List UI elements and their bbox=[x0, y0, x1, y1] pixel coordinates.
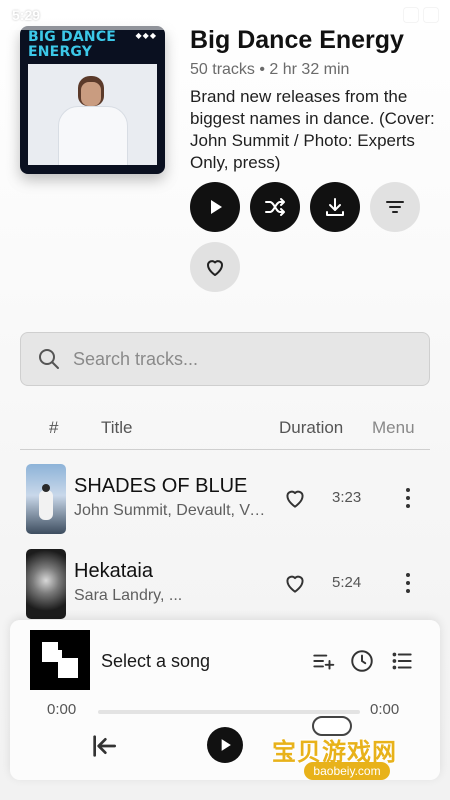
skip-previous-icon[interactable] bbox=[88, 730, 120, 762]
track-artist: Sara Landry, ... bbox=[74, 587, 183, 604]
track-duration: 5:24 bbox=[332, 574, 362, 591]
tidal-logo-icon: ◆◆◆ bbox=[135, 31, 157, 40]
battery-icon bbox=[424, 8, 438, 22]
heart-icon[interactable] bbox=[282, 570, 308, 596]
play-icon bbox=[221, 739, 231, 751]
cover-title: BIG DANCE ENERGY bbox=[28, 29, 117, 60]
filter-icon bbox=[386, 201, 404, 213]
watermark-url: baobeiy.com bbox=[304, 762, 390, 780]
track-row[interactable]: SHADES OF BLUE John Summit, Devault, Ven… bbox=[20, 455, 430, 535]
play-button[interactable] bbox=[190, 182, 240, 232]
heart-icon[interactable] bbox=[282, 485, 308, 511]
status-time: 5:29 bbox=[12, 7, 41, 23]
track-artist: John Summit, Devault, Venessa Michaels bbox=[74, 502, 274, 519]
shuffle-icon bbox=[265, 198, 285, 216]
more-vertical-icon[interactable] bbox=[403, 570, 413, 596]
header-menu: Menu bbox=[372, 418, 415, 437]
watermark: 宝贝游戏网 baobeiy.com bbox=[272, 716, 422, 784]
search-icon bbox=[39, 349, 59, 369]
playlist-title: Big Dance Energy bbox=[190, 26, 404, 54]
search-input[interactable] bbox=[73, 348, 403, 370]
playlist-meta: 50 tracks • 2 hr 32 min bbox=[190, 61, 350, 78]
track-row[interactable]: Hekataia Sara Landry, ... 5:24 bbox=[20, 540, 430, 620]
playlist-cover: BIG DANCE ENERGY ◆◆◆ bbox=[20, 26, 165, 174]
player-artwork bbox=[30, 630, 90, 690]
status-bar: 5:29 bbox=[0, 0, 450, 30]
header-duration[interactable]: Duration bbox=[279, 418, 343, 438]
status-icons bbox=[404, 8, 438, 22]
favorite-button[interactable] bbox=[190, 242, 240, 292]
player-title: Select a song bbox=[101, 651, 211, 671]
track-artwork bbox=[26, 464, 66, 534]
cover-photo bbox=[28, 64, 157, 165]
play-icon bbox=[211, 200, 222, 214]
search-bar[interactable] bbox=[20, 332, 430, 386]
header-title[interactable]: Title bbox=[101, 418, 133, 438]
track-artwork bbox=[26, 549, 66, 619]
track-title: Hekataia bbox=[74, 560, 153, 582]
track-table-header: # Title Duration Menu bbox=[20, 412, 430, 450]
header-number: # bbox=[49, 418, 59, 437]
heart-icon bbox=[207, 260, 223, 276]
playlist-description: Brand new releases from the biggest name… bbox=[190, 87, 435, 172]
download-button[interactable] bbox=[310, 182, 360, 232]
add-to-queue-icon[interactable] bbox=[310, 648, 336, 674]
more-vertical-icon[interactable] bbox=[403, 485, 413, 511]
progress-slider[interactable] bbox=[98, 710, 360, 714]
wifi-icon bbox=[404, 8, 418, 22]
download-icon bbox=[326, 198, 344, 216]
player-play-button[interactable] bbox=[207, 727, 243, 763]
shuffle-button[interactable] bbox=[250, 182, 300, 232]
track-title: SHADES OF BLUE bbox=[74, 475, 248, 497]
filter-button[interactable] bbox=[370, 182, 420, 232]
current-time: 0:00 bbox=[47, 701, 77, 718]
track-duration: 3:23 bbox=[332, 489, 362, 506]
history-clock-icon[interactable] bbox=[349, 648, 375, 674]
queue-list-icon[interactable] bbox=[389, 648, 415, 674]
